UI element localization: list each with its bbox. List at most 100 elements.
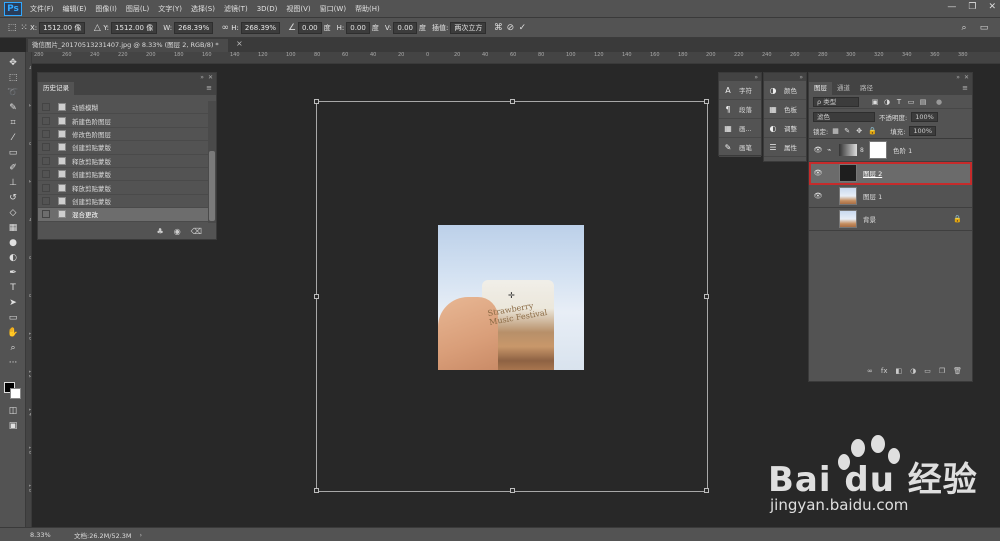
panel-color-button[interactable]: ◑ 颜色 bbox=[764, 81, 806, 100]
status-menu-icon[interactable]: › bbox=[140, 531, 143, 539]
menu-type[interactable]: 文字(Y) bbox=[158, 4, 182, 14]
tab-paths[interactable]: 路径 bbox=[855, 82, 878, 95]
hskew-input[interactable]: 0.00 bbox=[346, 21, 370, 34]
close-panel-icon[interactable]: ✕ bbox=[964, 74, 969, 81]
history-source-checkbox[interactable] bbox=[42, 170, 50, 179]
y-input[interactable]: 1512.00 像 bbox=[111, 21, 158, 34]
delete-state-icon[interactable]: ⌫ bbox=[191, 227, 202, 236]
smart-object-filter-icon[interactable]: ▤ bbox=[919, 98, 927, 106]
add-style-icon[interactable]: fx bbox=[881, 367, 888, 375]
height-input[interactable]: 268.39% bbox=[240, 21, 281, 34]
quick-select-tool-icon[interactable]: ✎ bbox=[4, 101, 22, 114]
blend-mode-select[interactable]: 滤色 bbox=[813, 111, 875, 122]
panel-character-button[interactable]: A 字符 bbox=[719, 81, 761, 100]
layer-row[interactable]: 背景 🔒 bbox=[809, 208, 972, 231]
dodge-tool-icon[interactable]: ◐ bbox=[4, 251, 22, 264]
menu-select[interactable]: 选择(S) bbox=[191, 4, 215, 14]
layer-name[interactable]: 色阶 1 bbox=[893, 145, 972, 155]
shape-filter-icon[interactable]: ▭ bbox=[907, 98, 915, 106]
crop-tool-icon[interactable]: ⌗ bbox=[4, 116, 22, 129]
gradient-tool-icon[interactable]: ▦ bbox=[4, 221, 22, 234]
cancel-transform-icon[interactable]: ⊘ bbox=[504, 22, 516, 34]
menu-3d[interactable]: 3D(D) bbox=[257, 5, 278, 13]
menu-filter[interactable]: 滤镜(T) bbox=[224, 4, 248, 14]
link-icon[interactable]: ∞ bbox=[219, 22, 231, 34]
history-item[interactable]: 混合更改 bbox=[38, 208, 208, 222]
close-panel-icon[interactable]: ✕ bbox=[208, 74, 213, 81]
collapse-icon[interactable]: » bbox=[200, 74, 204, 81]
lock-transparent-icon[interactable]: ▦ bbox=[832, 127, 840, 135]
background-color-swatch[interactable] bbox=[10, 388, 21, 399]
close-button[interactable]: ✕ bbox=[988, 2, 996, 12]
layer-row[interactable]: 👁 图层 2 bbox=[809, 162, 972, 185]
eraser-tool-icon[interactable]: ◇ bbox=[4, 206, 22, 219]
history-item[interactable]: 修改色阶图层 bbox=[38, 128, 208, 142]
layer-thumbnail[interactable] bbox=[839, 210, 857, 228]
filter-kind-select[interactable]: ρ 类型 bbox=[813, 96, 859, 107]
history-brush-tool-icon[interactable]: ↺ bbox=[4, 191, 22, 204]
menu-file[interactable]: 文件(F) bbox=[30, 4, 54, 14]
transform-handle-top-right[interactable] bbox=[704, 99, 709, 104]
tab-layers[interactable]: 图层 bbox=[809, 82, 832, 95]
zoom-level[interactable]: 8.33% bbox=[30, 531, 70, 539]
marquee-tool-icon[interactable]: ⬚ bbox=[4, 71, 22, 84]
commit-transform-icon[interactable]: ✓ bbox=[516, 22, 528, 34]
history-item[interactable]: 释放剪贴蒙版 bbox=[38, 181, 208, 195]
history-source-checkbox[interactable] bbox=[42, 116, 50, 125]
layer-name[interactable]: 图层 2 bbox=[863, 168, 972, 178]
opacity-input[interactable]: 100% bbox=[911, 111, 938, 122]
lock-pixels-icon[interactable]: ✎ bbox=[844, 127, 852, 135]
transform-handle-top[interactable] bbox=[510, 99, 515, 104]
blur-tool-icon[interactable]: ● bbox=[4, 236, 22, 249]
document-tab[interactable]: 微信图片_20170513231407.jpg @ 8.33% (图层 2, R… bbox=[28, 39, 228, 52]
layer-visibility-icon[interactable]: 👁 bbox=[813, 169, 823, 177]
menu-edit[interactable]: 编辑(E) bbox=[63, 4, 87, 14]
transform-handle-left[interactable] bbox=[314, 294, 319, 299]
fill-input[interactable]: 100% bbox=[909, 126, 936, 136]
add-mask-icon[interactable]: ◧ bbox=[895, 367, 902, 375]
collapse-icon[interactable]: » bbox=[799, 74, 803, 81]
transform-handle-right[interactable] bbox=[704, 294, 709, 299]
brush-tool-icon[interactable]: ✐ bbox=[4, 161, 22, 174]
warp-icon[interactable]: ⌘ bbox=[492, 22, 504, 34]
minimize-button[interactable]: — bbox=[947, 2, 956, 12]
collapse-icon[interactable]: » bbox=[956, 74, 960, 81]
lock-position-icon[interactable]: ✥ bbox=[856, 127, 864, 135]
panel-paragraph-button[interactable]: ¶ 段落 bbox=[719, 100, 761, 119]
menu-window[interactable]: 窗口(W) bbox=[320, 4, 346, 14]
history-item[interactable]: 新建色阶图层 bbox=[38, 114, 208, 128]
transform-handle-bottom-right[interactable] bbox=[704, 488, 709, 493]
menu-layer[interactable]: 图层(L) bbox=[126, 4, 149, 14]
path-select-tool-icon[interactable]: ➤ bbox=[4, 296, 22, 309]
history-source-checkbox[interactable] bbox=[42, 156, 50, 165]
collapse-icon[interactable]: » bbox=[754, 74, 758, 81]
angle-input[interactable]: 0.00 bbox=[298, 21, 322, 34]
history-item[interactable]: 释放剪贴蒙版 bbox=[38, 155, 208, 168]
layer-name[interactable]: 图层 1 bbox=[863, 191, 972, 201]
history-source-checkbox[interactable] bbox=[42, 103, 50, 112]
hand-tool-icon[interactable]: ✋ bbox=[4, 326, 22, 339]
history-source-checkbox[interactable] bbox=[42, 129, 50, 138]
screen-mode-icon[interactable]: ▣ bbox=[4, 419, 22, 432]
adjustment-filter-icon[interactable]: ◑ bbox=[883, 98, 891, 106]
close-tab-icon[interactable]: × bbox=[236, 39, 243, 48]
transform-handle-top-left[interactable] bbox=[314, 99, 319, 104]
delete-layer-icon[interactable]: 🗑 bbox=[953, 367, 962, 375]
more-tools-icon[interactable]: ··· bbox=[4, 356, 22, 369]
x-input[interactable]: 1512.00 像 bbox=[39, 21, 86, 34]
lock-all-icon[interactable]: 🔒 bbox=[868, 127, 877, 135]
history-source-checkbox[interactable] bbox=[42, 183, 50, 192]
layer-row[interactable]: 👁 ⌁ 8 色阶 1 bbox=[809, 139, 972, 162]
transform-center-icon[interactable]: ✛ bbox=[508, 292, 516, 300]
history-source-checkbox[interactable] bbox=[42, 210, 50, 219]
history-source-checkbox[interactable] bbox=[42, 196, 50, 205]
tab-channels[interactable]: 通道 bbox=[832, 82, 855, 95]
type-tool-icon[interactable]: T bbox=[4, 281, 22, 294]
history-item[interactable]: 创建剪贴蒙版 bbox=[38, 141, 208, 155]
pixel-filter-icon[interactable]: ▣ bbox=[871, 98, 879, 106]
stamp-tool-icon[interactable]: ⊥ bbox=[4, 176, 22, 189]
layer-name[interactable]: 背景 bbox=[863, 214, 953, 224]
vskew-input[interactable]: 0.00 bbox=[393, 21, 418, 34]
transform-handle-bottom[interactable] bbox=[510, 488, 515, 493]
healing-tool-icon[interactable]: ▭ bbox=[4, 146, 22, 159]
